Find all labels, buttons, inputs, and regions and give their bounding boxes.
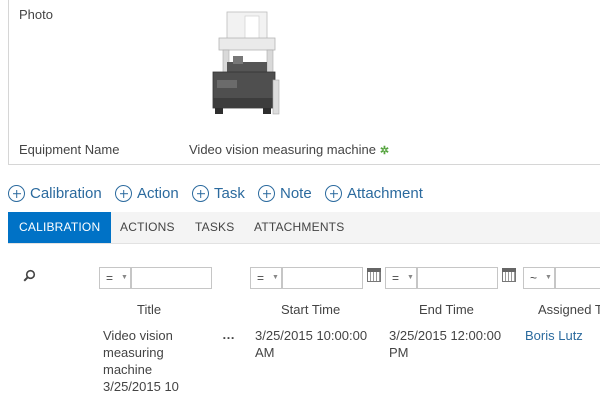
column-header-start-time[interactable]: Start Time <box>281 302 340 317</box>
calendar-icon[interactable] <box>367 268 381 282</box>
add-note-label: Note <box>280 185 312 202</box>
related-items-tabbar: CALIBRATION ACTIONS TASKS ATTACHMENTS <box>8 212 600 244</box>
row-assigned-to-link[interactable]: Boris Lutz <box>525 327 583 344</box>
plus-circle-icon <box>115 185 132 202</box>
add-attachment-link[interactable]: Attachment <box>325 185 423 202</box>
tab-tasks[interactable]: TASKS <box>184 212 245 243</box>
start-filter-operator-value: = <box>257 271 265 285</box>
equipment-name-field: Video vision measuring machine ✲ <box>189 142 389 157</box>
title-filter-operator-value: = <box>106 271 114 285</box>
photo-label: Photo <box>19 7 53 22</box>
add-calibration-label: Calibration <box>30 185 102 202</box>
row-menu-icon[interactable]: … <box>222 326 236 343</box>
add-task-link[interactable]: Task <box>192 185 245 202</box>
plus-circle-icon <box>325 185 342 202</box>
end-filter-input[interactable] <box>417 267 498 289</box>
assigned-filter-operator-value: ~ <box>530 271 538 285</box>
add-task-label: Task <box>214 185 245 202</box>
plus-circle-icon <box>192 185 209 202</box>
row-start-time-cell: 3/25/2015 10:00:00 AM <box>255 328 368 360</box>
equipment-photo <box>212 11 280 115</box>
column-header-assigned-to[interactable]: Assigned T <box>538 302 600 317</box>
assigned-filter-input[interactable] <box>555 267 600 289</box>
add-action-link[interactable]: Action <box>115 185 179 202</box>
add-calibration-link[interactable]: Calibration <box>8 185 102 202</box>
equipment-name-label: Equipment Name <box>19 142 120 157</box>
row-title-cell[interactable]: Video vision measuring machine 3/25/2015… <box>103 327 189 395</box>
item-form-card <box>8 0 600 165</box>
row-end-time-cell: 3/25/2015 12:00:00 PM <box>389 328 502 360</box>
tab-calibration[interactable]: CALIBRATION <box>8 212 112 243</box>
assigned-filter-operator[interactable]: ~ ▼ <box>523 267 555 289</box>
calendar-icon[interactable] <box>502 268 516 282</box>
plus-circle-icon <box>8 185 25 202</box>
start-filter-input[interactable] <box>282 267 363 289</box>
equipment-name-value: Video vision measuring machine <box>189 142 376 157</box>
title-filter-operator[interactable]: = ▼ <box>99 267 131 289</box>
add-attachment-label: Attachment <box>347 185 423 202</box>
end-filter-operator[interactable]: = ▼ <box>385 267 417 289</box>
chevron-down-icon: ▼ <box>545 274 552 281</box>
end-filter-operator-value: = <box>392 271 400 285</box>
chevron-down-icon: ▼ <box>272 274 279 281</box>
column-header-end-time[interactable]: End Time <box>419 302 474 317</box>
add-note-link[interactable]: Note <box>258 185 312 202</box>
column-header-title[interactable]: Title <box>137 302 161 317</box>
chevron-down-icon: ▼ <box>121 274 128 281</box>
search-icon[interactable] <box>23 269 36 282</box>
tab-attachments[interactable]: ATTACHMENTS <box>243 212 355 243</box>
add-action-label: Action <box>137 185 179 202</box>
plus-circle-icon <box>258 185 275 202</box>
title-filter-input[interactable] <box>131 267 212 289</box>
chevron-down-icon: ▼ <box>407 274 414 281</box>
new-item-icon: ✲ <box>379 145 390 157</box>
start-filter-operator[interactable]: = ▼ <box>250 267 282 289</box>
tab-actions[interactable]: ACTIONS <box>109 212 186 243</box>
